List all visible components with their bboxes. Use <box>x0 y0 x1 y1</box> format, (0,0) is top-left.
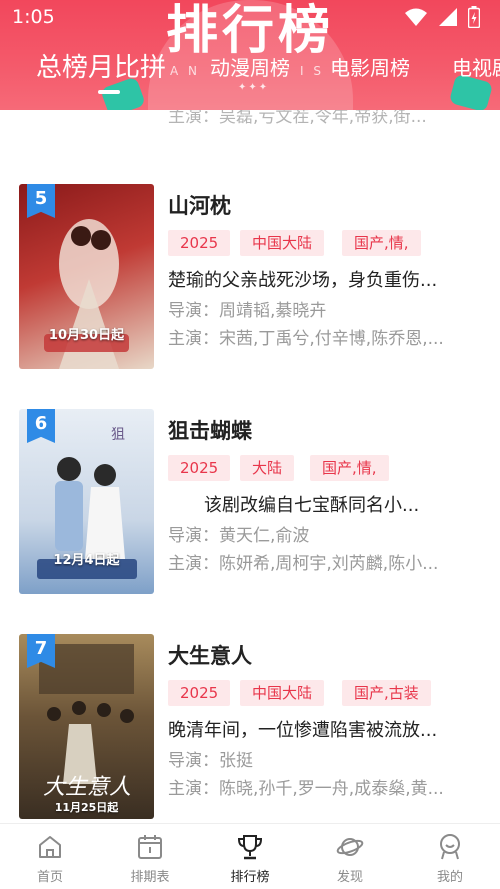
item-title[interactable]: 山河枕 <box>168 190 231 220</box>
battery-icon <box>468 6 480 28</box>
nav-ranking[interactable]: 排行榜 <box>200 832 300 885</box>
svg-text:狙: 狙 <box>111 427 125 443</box>
item-description: 该剧改编自七宝酥同名小... <box>168 495 420 516</box>
bottom-nav: 首页 排期表 排行榜 发现 我的 <box>0 823 500 889</box>
nav-schedule[interactable]: 排期表 <box>100 832 200 885</box>
previous-item-cast: 主演：吴磊,亏文茬,令年,帝获,街... <box>168 110 427 127</box>
poster-image[interactable]: 大生意人 7 11月25日起 <box>19 634 154 819</box>
header: 排行榜 A N I S ✦✦✦ 1:05 总榜月比拼 动漫周榜 电影周榜 电视剧 <box>0 0 500 110</box>
tag-year: 2025 <box>168 455 231 481</box>
item-description: 晚清年间，一位惨遭陷害被流放... <box>168 720 438 741</box>
item-title[interactable]: 狙击蝴蝶 <box>168 415 252 445</box>
nav-discover-label: 发现 <box>336 870 363 885</box>
signal-icon <box>439 8 457 26</box>
profile-icon <box>440 834 460 860</box>
nav-profile[interactable]: 我的 <box>400 832 500 885</box>
tag-genre: 国产,古装 <box>342 680 431 706</box>
planet-icon <box>336 838 364 856</box>
tab-movie-weekly[interactable]: 电影周榜 <box>330 48 410 88</box>
item-cast: 主演：宋茜,丁禹兮,付辛博,陈乔恩,... <box>168 329 444 349</box>
app-screen: 排行榜 A N I S ✦✦✦ 1:05 总榜月比拼 动漫周榜 电影周榜 电视剧 <box>0 0 500 889</box>
status-icons <box>404 6 480 28</box>
nav-ranking-label: 排行榜 <box>230 870 270 885</box>
home-icon <box>39 836 61 858</box>
poster-image[interactable]: 5 10月30日起 <box>19 184 154 369</box>
poster-caption: 12月4日起 <box>53 553 120 568</box>
tab-overall-monthly[interactable]: 总榜月比拼 <box>36 48 166 88</box>
tag-genre: 国产,情, <box>310 455 389 481</box>
poster-caption: 10月30日起 <box>48 328 125 343</box>
item-director: 导演：黄天仁,俞波 <box>168 526 310 546</box>
svg-text:大生意人: 大生意人 <box>43 775 131 800</box>
item-cast: 主演：陈晓,孙千,罗一舟,成泰燊,黄... <box>168 779 444 799</box>
poster-caption: 11月25日起 <box>54 801 119 814</box>
nav-schedule-label: 排期表 <box>130 870 170 885</box>
trophy-icon <box>237 835 263 860</box>
tab-bar: 总榜月比拼 动漫周榜 电影周榜 电视剧 <box>0 48 500 92</box>
tab-anime-weekly[interactable]: 动漫周榜 <box>210 48 290 88</box>
poster-image[interactable]: 狙 6 12月4日起 <box>19 409 154 594</box>
list-item[interactable]: 大生意人 7 11月25日起 大生意人 2025 中国大陆 国产,古装 晚清年间… <box>0 634 500 820</box>
tag-region: 中国大陆 <box>240 680 325 706</box>
item-description: 楚瑜的父亲战死沙场，身负重伤... <box>168 270 438 291</box>
tab-tv-weekly[interactable]: 电视剧 <box>452 48 500 88</box>
calendar-icon <box>138 835 162 859</box>
status-time: 1:05 <box>12 6 55 28</box>
tag-region: 中国大陆 <box>240 230 325 256</box>
nav-profile-label: 我的 <box>436 870 463 885</box>
nav-home[interactable]: 首页 <box>0 832 100 885</box>
nav-home-label: 首页 <box>36 870 63 885</box>
wifi-icon <box>405 8 427 26</box>
tab-indicator <box>98 90 120 94</box>
item-title[interactable]: 大生意人 <box>168 640 252 670</box>
tag-year: 2025 <box>168 230 231 256</box>
list-item[interactable]: 狙 6 12月4日起 狙击蝴蝶 2025 大陆 国产,情, 该剧改编自七宝酥同名… <box>0 409 500 595</box>
ranking-list[interactable]: 主演：吴磊,亏文茬,令年,帝获,街... 5 10月30日起 山河枕 2025 … <box>0 110 500 823</box>
item-cast: 主演：陈妍希,周柯宇,刘芮麟,陈小... <box>168 554 439 574</box>
tag-genre: 国产,情, <box>342 230 421 256</box>
item-director: 导演：周靖韬,綦晓卉 <box>168 301 327 321</box>
tag-year: 2025 <box>168 680 231 706</box>
tag-region: 大陆 <box>240 455 295 481</box>
list-item[interactable]: 5 10月30日起 山河枕 2025 中国大陆 国产,情, 楚瑜的父亲战死沙场，… <box>0 184 500 370</box>
nav-discover[interactable]: 发现 <box>300 832 400 885</box>
item-director: 导演：张挺 <box>168 751 253 771</box>
